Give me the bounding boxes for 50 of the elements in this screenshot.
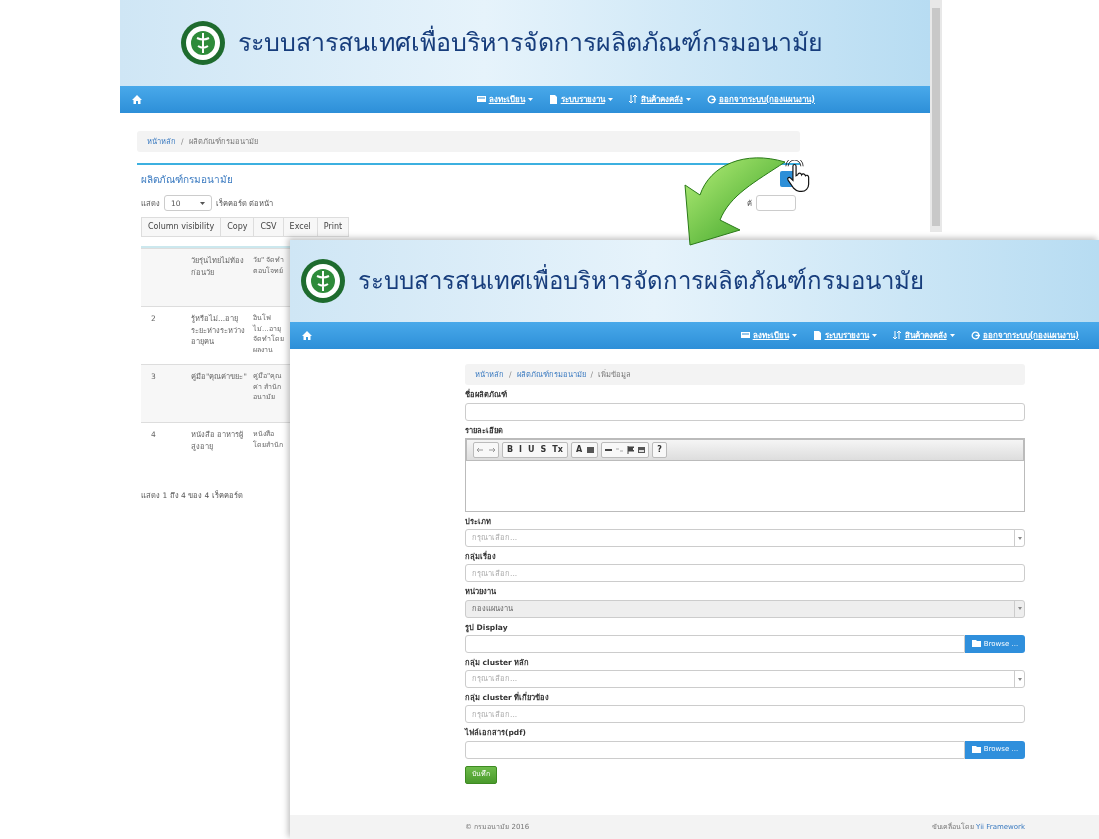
- file-path-field[interactable]: [465, 634, 965, 653]
- home-icon[interactable]: [132, 95, 142, 104]
- search-field[interactable]: [756, 195, 796, 212]
- site-title: ระบบสารสนเทศเพื่อบริหารจัดการผลิตภัณฑ์กรมอนามัย: [238, 24, 823, 62]
- logout-icon: [970, 331, 980, 340]
- export-button[interactable]: Copy: [220, 217, 255, 238]
- caret-icon: [200, 201, 205, 205]
- emblem-logo: [180, 20, 226, 66]
- nav-menu-item[interactable]: ลงทะเบียน: [468, 93, 541, 106]
- background-color-icon[interactable]: [586, 445, 596, 454]
- id-card-icon: [740, 331, 750, 340]
- logout-icon: [706, 95, 716, 104]
- nav-menu-item[interactable]: สินค้าคงคลัง: [620, 93, 699, 106]
- export-button[interactable]: CSV: [253, 217, 284, 238]
- document-icon: [812, 331, 822, 340]
- nav-menu-item[interactable]: ระบบรายงาน: [540, 93, 621, 106]
- document-icon: [548, 95, 558, 104]
- toolbar-button[interactable]: I: [517, 443, 525, 456]
- nav-menu-item[interactable]: ออกจากระบบ(กองแผนงาน): [962, 329, 1087, 342]
- undo-icon[interactable]: [476, 445, 485, 454]
- sort-icon: [892, 331, 902, 340]
- flag-icon[interactable]: [626, 445, 636, 454]
- toolbar-button[interactable]: Tx: [550, 443, 565, 456]
- nav-menu-item[interactable]: ลงทะเบียน: [732, 329, 805, 342]
- folder-icon: [971, 640, 981, 648]
- toolbar-button[interactable]: S: [538, 443, 549, 456]
- export-button[interactable]: Excel: [282, 217, 318, 238]
- caret-icon: [1017, 536, 1022, 540]
- image-icon[interactable]: [637, 445, 647, 454]
- panel-title: ผลิตภัณฑ์กรมอนามัย: [141, 172, 233, 187]
- export-button[interactable]: Column visibility: [141, 217, 222, 238]
- file-path-field[interactable]: [465, 740, 965, 759]
- sort-icon: [628, 95, 638, 104]
- redo-icon[interactable]: [487, 445, 496, 454]
- home-icon[interactable]: [302, 331, 312, 340]
- rich-text-editor[interactable]: B I U S Tx A ?: [465, 437, 1025, 512]
- caret-icon: [1017, 677, 1022, 681]
- nav-menu-item[interactable]: สินค้าคงคลัง: [884, 329, 963, 342]
- scrollbar-thumb[interactable]: [932, 8, 940, 226]
- export-button[interactable]: Print: [316, 217, 350, 238]
- toolbar-button[interactable]: U: [526, 443, 537, 456]
- site-title: ระบบสารสนเทศเพื่อบริหารจัดการผลิตภัณฑ์กรมอนามัย: [358, 263, 924, 299]
- toolbar-button[interactable]: B: [505, 443, 516, 456]
- input-field[interactable]: [465, 402, 1025, 421]
- caret-icon: [1017, 607, 1022, 610]
- folder-icon: [971, 746, 981, 753]
- id-card-icon: [476, 95, 486, 104]
- nav-menu-item[interactable]: ออกจากระบบ(กองแผนงาน): [698, 93, 823, 106]
- emblem-logo: [300, 258, 346, 304]
- nav-menu-item[interactable]: ระบบรายงาน: [804, 329, 885, 342]
